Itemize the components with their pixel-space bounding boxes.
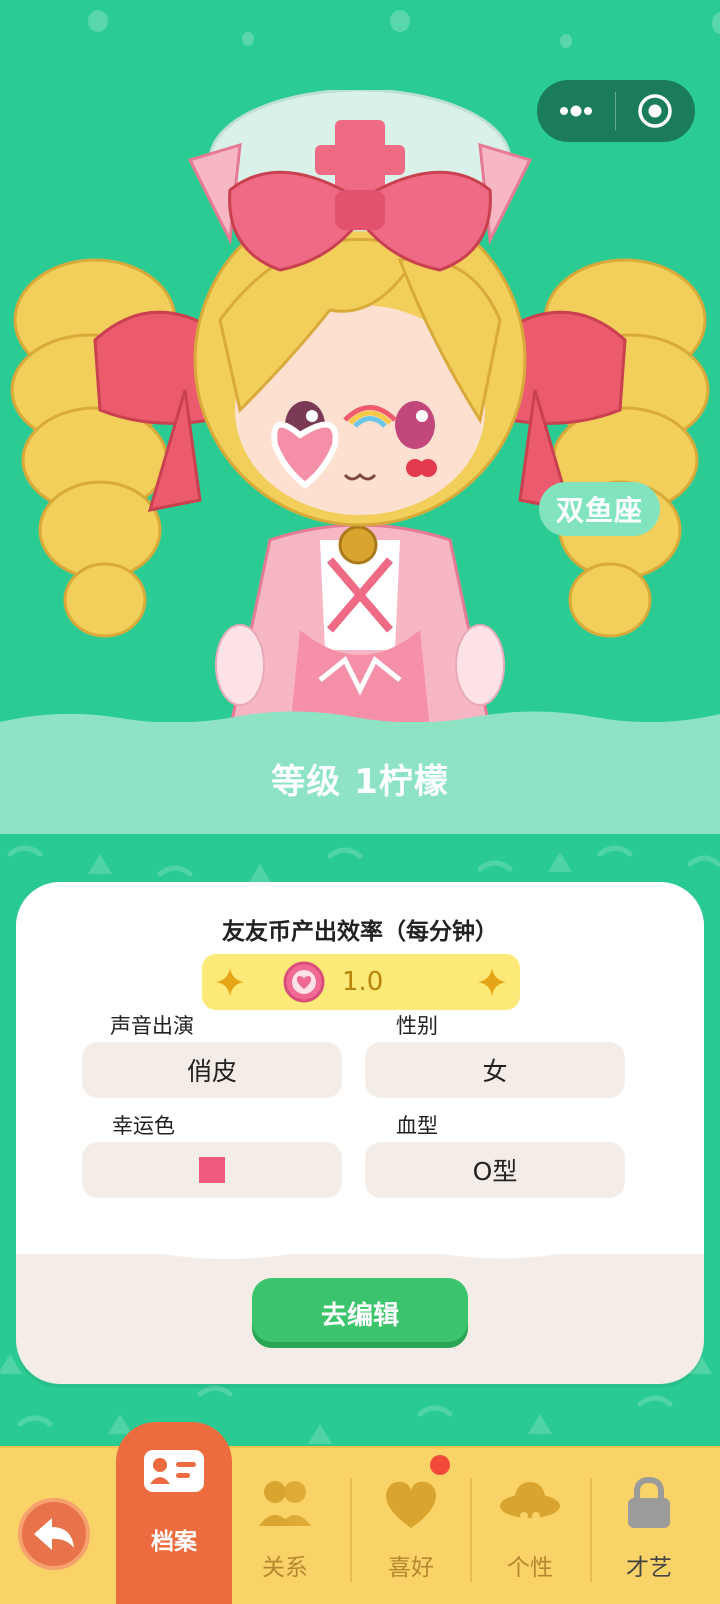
more-button[interactable]: [537, 80, 615, 142]
more-dots-icon: [560, 105, 592, 117]
back-button[interactable]: [18, 1498, 90, 1570]
rate-title: 友友币产出效率（每分钟）: [222, 919, 498, 945]
blood-type-label: 血型: [396, 1114, 438, 1138]
level-band: 等级 1柠檬: [0, 711, 720, 834]
gender-field: 女: [365, 1042, 625, 1098]
voice-label: 声音出演: [110, 1014, 194, 1038]
lucky-color-swatch: [199, 1157, 225, 1183]
miniprogram-capsule: [537, 80, 695, 142]
zodiac-badge: 双鱼座: [539, 482, 660, 536]
character-hero: 双鱼座: [0, 0, 720, 740]
close-button[interactable]: [616, 80, 694, 142]
rate-value: 1.0: [342, 967, 384, 997]
tab-personality-label: 个性: [507, 1555, 553, 1581]
target-circle-icon: [638, 94, 672, 128]
decor-dot: [390, 10, 410, 32]
tab-relations-label: 关系: [262, 1555, 308, 1581]
edit-button[interactable]: 去编辑: [252, 1278, 468, 1348]
wave-divider: [0, 711, 720, 728]
heart-coin-icon: [283, 961, 325, 1003]
decor-dot: [560, 34, 572, 48]
tab-talent-label: 才艺: [626, 1555, 672, 1581]
profile-card-icon: [144, 1450, 204, 1492]
decor-dot: [242, 32, 254, 46]
back-arrow-icon: [34, 1518, 74, 1550]
sparkle-icon: [216, 968, 244, 996]
tab-likes-label: 喜好: [388, 1555, 434, 1581]
people-icon: [259, 1481, 311, 1526]
decor-dot: [88, 10, 108, 32]
bottom-tabbar: 档案 关系 喜好 个性 才艺: [0, 1422, 720, 1604]
level-text: 等级 1柠檬: [271, 761, 449, 802]
tab-talent[interactable]: 才艺: [590, 1448, 708, 1604]
voice-field: 俏皮: [82, 1042, 342, 1098]
profile-card: 友友币产出效率（每分钟） 1.0 声音出演 俏皮 性别 女 幸运色 血型 O型 …: [16, 882, 704, 1384]
card-wave: [16, 1237, 704, 1259]
notification-badge: [430, 1455, 450, 1475]
lock-icon: [628, 1476, 670, 1528]
lucky-color-field: [82, 1142, 342, 1198]
character-avatar: [10, 90, 710, 732]
heart-icon: [385, 1481, 437, 1528]
decor-dot: [712, 12, 720, 34]
tab-personality[interactable]: 个性: [471, 1448, 589, 1604]
blood-type-field: O型: [365, 1142, 625, 1198]
hat-icon: [500, 1482, 560, 1520]
tab-profile-label: 档案: [151, 1529, 197, 1555]
tab-profile[interactable]: 档案: [116, 1422, 232, 1604]
gender-label: 性别: [396, 1014, 438, 1038]
sparkle-icon: [478, 968, 506, 996]
lucky-color-label: 幸运色: [112, 1114, 175, 1138]
tab-likes[interactable]: 喜好: [352, 1448, 470, 1604]
tab-relations[interactable]: 关系: [226, 1448, 344, 1604]
